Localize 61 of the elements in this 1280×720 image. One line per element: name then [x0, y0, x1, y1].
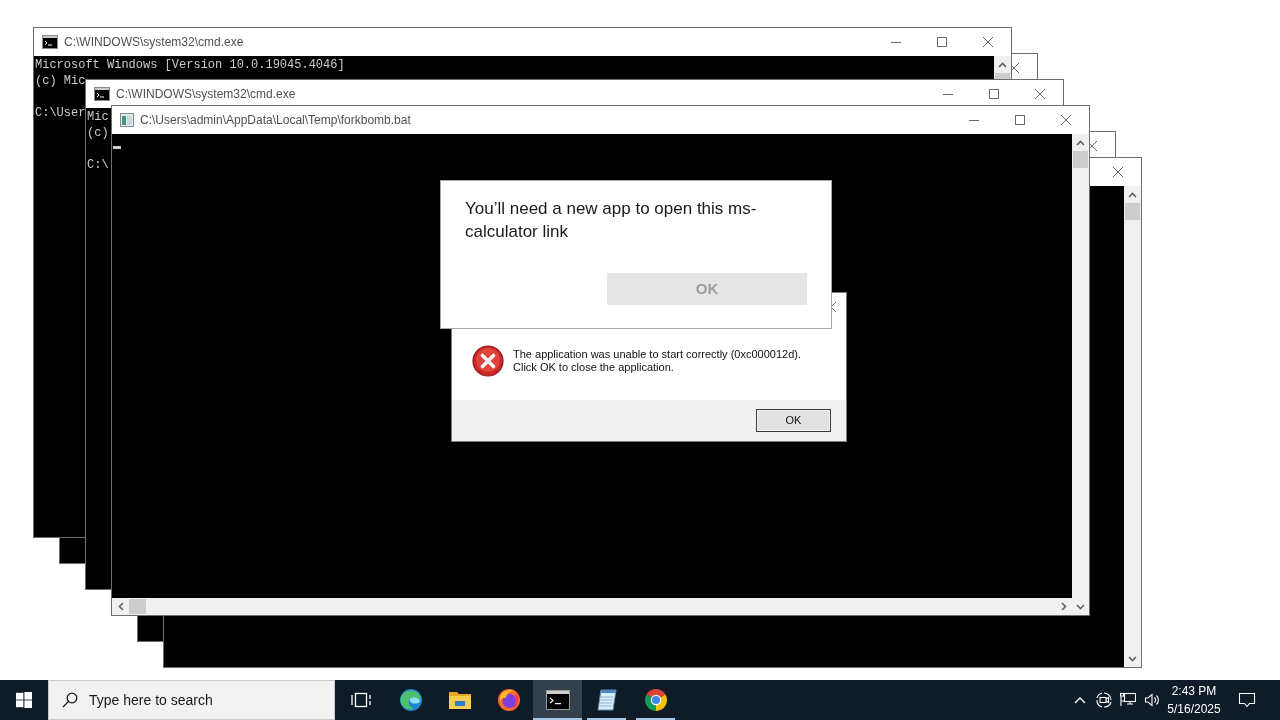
minimize-icon [891, 41, 901, 43]
vertical-scrollbar[interactable] [1124, 186, 1141, 667]
chevron-up-icon [1128, 191, 1137, 198]
error-icon [472, 345, 504, 377]
scrollbar-thumb[interactable] [995, 73, 1010, 79]
close-icon [1113, 167, 1123, 177]
minimize-icon [969, 119, 979, 121]
close-icon [831, 302, 836, 312]
network-icon[interactable] [1120, 692, 1136, 708]
round-browser-icon [643, 688, 668, 712]
clock-date: 5/16/2025 [1167, 701, 1221, 718]
close-icon [1061, 115, 1071, 125]
chevron-down-icon [1076, 603, 1085, 610]
scrollbar-thumb[interactable] [1073, 151, 1088, 168]
console-line: Mic [87, 109, 109, 125]
terminal-icon [94, 87, 110, 101]
search-box[interactable]: Type here to search [48, 680, 335, 720]
terminal-icon [545, 690, 570, 710]
search-icon [62, 692, 78, 708]
dialog-heading: You’ll need a new app to open this ms-calculator link [465, 198, 758, 243]
clock-time: 2:43 PM [1171, 683, 1217, 700]
chevron-up-icon [1076, 139, 1085, 146]
console-line: (c) [87, 125, 109, 141]
fox-browser-icon [496, 688, 521, 712]
window-icon [120, 113, 134, 127]
chevron-down-icon [1128, 655, 1137, 662]
chevron-right-icon [1060, 602, 1067, 611]
window-title: C:\WINDOWS\system32\cmd.exe [116, 86, 296, 103]
windows-logo-icon [16, 692, 32, 708]
console-line: (c) Mic [35, 73, 86, 89]
notepad-icon [594, 688, 619, 712]
maximize-icon [937, 37, 947, 47]
task-view-icon [349, 691, 372, 709]
vertical-scrollbar[interactable] [1072, 134, 1089, 615]
volume-icon[interactable] [1144, 692, 1160, 708]
terminal-icon [42, 35, 58, 49]
vertical-scrollbar[interactable] [994, 56, 1011, 79]
window-title: C:\WINDOWS\system32\cmd.exe [64, 34, 244, 51]
window-title: C:\Users\admin\AppData\Local\Temp\forkbomb.bat [140, 112, 411, 129]
ok-button[interactable]: OK [756, 409, 831, 432]
chevron-left-icon [117, 602, 124, 611]
scrollbar-thumb[interactable] [129, 599, 146, 614]
scrollbar-thumb[interactable] [1125, 203, 1140, 220]
console-line: Microsoft Windows [Version 10.0.19045.4046] [35, 57, 345, 73]
console-prompt: C:\ [87, 157, 109, 173]
camera-icon[interactable] [1096, 692, 1112, 708]
maximize-icon [989, 89, 999, 99]
search-field[interactable]: Type here to search [89, 688, 309, 712]
notification-icon[interactable] [1238, 692, 1256, 708]
chevron-up-icon [998, 61, 1007, 68]
close-icon [983, 37, 993, 47]
console-prompt: C:\User [35, 105, 86, 121]
error-message: The application was unable to start correctly (0xc000012d). Click OK to close the application. [513, 348, 801, 374]
chevron-up-icon[interactable] [1074, 696, 1086, 704]
swirl-browser-icon [398, 688, 423, 712]
maximize-icon [1015, 115, 1025, 125]
close-icon [1035, 89, 1045, 99]
horizontal-scrollbar[interactable] [112, 598, 1072, 615]
taskbar-button[interactable] [533, 680, 582, 720]
folder-icon [447, 689, 472, 711]
minimize-icon [943, 93, 953, 95]
